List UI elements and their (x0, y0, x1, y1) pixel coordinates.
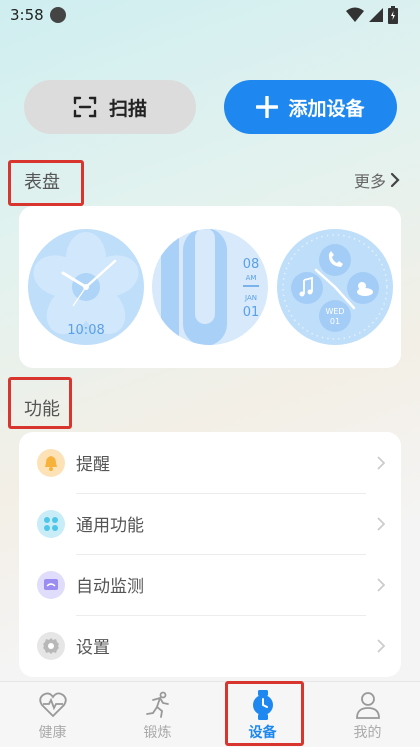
face2-date-top: 08 (243, 257, 260, 272)
watchface-flower[interactable]: 10:08 (27, 228, 145, 346)
tab-label-health: 健康 (38, 725, 67, 741)
func-item-reminder[interactable]: 提醒 (19, 432, 401, 493)
tab-label-exercise: 锻炼 (143, 725, 172, 741)
func-label-auto-monitor: 自动监测 (76, 577, 144, 597)
status-icons (346, 6, 398, 24)
numeral-face-graphic: 08 AM JAN 01 (152, 229, 268, 345)
flower-face-graphic: 10:08 (28, 229, 144, 345)
highlight-box-watchfaces (8, 160, 84, 206)
more-label: 更多 (353, 172, 386, 191)
battery-icon (388, 6, 398, 24)
face2-am: AM (246, 274, 257, 282)
bell-icon (37, 448, 65, 477)
status-time: 3:58 (10, 6, 44, 24)
face2-date-bottom: 01 (243, 305, 260, 320)
scan-icon (73, 96, 97, 118)
tab-exercise[interactable]: 锻炼 (105, 682, 210, 747)
signal-icon (369, 8, 383, 22)
plus-icon (256, 96, 279, 118)
func-item-auto-monitor[interactable]: 自动监测 (19, 554, 401, 615)
heart-pulse-icon (38, 690, 67, 720)
watchfaces-card: 10:08 08 AM JAN 01 WED 01 (19, 206, 401, 368)
highlight-box-functions (8, 377, 72, 429)
more-link[interactable]: 更多 (354, 168, 400, 192)
face2-month: JAN (244, 294, 257, 302)
status-bar: 3:58 (0, 0, 420, 32)
func-item-settings[interactable]: 设置 (19, 615, 401, 676)
gear-icon (37, 631, 65, 660)
running-icon (144, 690, 172, 720)
func-label-settings: 设置 (76, 638, 110, 658)
tab-health[interactable]: 健康 (0, 682, 105, 747)
functions-card: 提醒 通用功能 自动监测 设置 (19, 432, 401, 677)
scan-label: 扫描 (108, 97, 147, 120)
chevron-right-icon (377, 516, 385, 531)
chevron-right-icon (377, 455, 385, 470)
chevron-right-icon (390, 172, 400, 188)
tab-me[interactable]: 我的 (315, 682, 420, 747)
monitor-icon (37, 570, 65, 599)
add-device-label: 添加设备 (288, 97, 365, 120)
person-icon (355, 690, 381, 720)
scan-button[interactable]: 扫描 (24, 80, 196, 134)
wifi-icon (346, 7, 364, 22)
highlight-box-device-tab (225, 681, 304, 746)
func-item-general[interactable]: 通用功能 (19, 493, 401, 554)
widgets-face-graphic: WED 01 (277, 229, 393, 345)
notification-dot-icon (50, 7, 66, 23)
chevron-right-icon (377, 638, 385, 653)
bottom-tab-bar: 健康 锻炼 设备 我的 (0, 681, 420, 747)
func-label-general: 通用功能 (76, 516, 144, 536)
watchface-numeral[interactable]: 08 AM JAN 01 (151, 228, 269, 346)
watchface-widgets[interactable]: WED 01 (276, 228, 394, 346)
chevron-right-icon (377, 577, 385, 592)
face3-day: WED (325, 307, 344, 316)
func-label-reminder: 提醒 (76, 455, 110, 475)
tab-label-me: 我的 (353, 725, 382, 741)
add-device-button[interactable]: 添加设备 (224, 80, 397, 134)
face3-date: 01 (330, 317, 340, 326)
face1-time: 10:08 (67, 323, 104, 338)
grid-icon (37, 509, 65, 538)
